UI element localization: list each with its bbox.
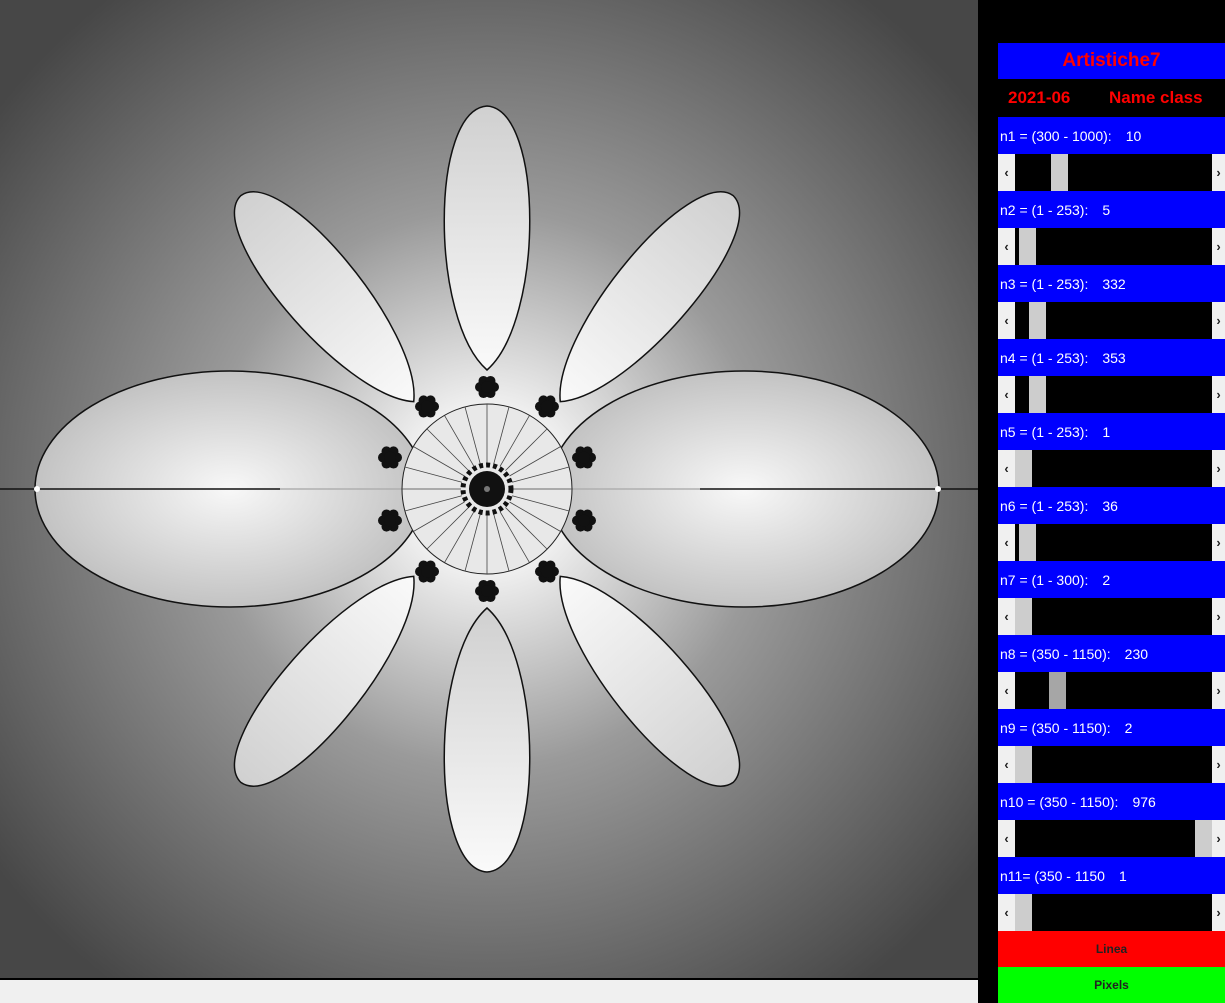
param-scrollbar-n3[interactable]: ‹ ›: [998, 302, 1225, 339]
chevron-right-icon[interactable]: ›: [1212, 598, 1225, 635]
param-scrollbar-n6[interactable]: ‹ ›: [998, 524, 1225, 561]
scrollbar-thumb[interactable]: [1029, 376, 1046, 413]
chevron-right-icon[interactable]: ›: [1212, 154, 1225, 191]
param-value: 10: [1125, 127, 1142, 144]
chevron-left-icon[interactable]: ‹: [998, 376, 1015, 413]
param-label-n6: n6 = (1 - 253): 36: [998, 487, 1225, 524]
chevron-right-icon[interactable]: ›: [1212, 820, 1225, 857]
param-value: 230: [1124, 645, 1149, 662]
param-label-n7: n7 = (1 - 300): 2: [998, 561, 1225, 598]
param-scrollbar-n7[interactable]: ‹ ›: [998, 598, 1225, 635]
param-range-label: n8 = (350 - 1150):: [1000, 645, 1111, 662]
meta-row: 2021-06 Name class: [998, 79, 1225, 117]
chevron-left-icon[interactable]: ‹: [998, 302, 1015, 339]
param-scrollbar-n9[interactable]: ‹ ›: [998, 746, 1225, 783]
scrollbar-thumb[interactable]: [1019, 228, 1036, 265]
chevron-left-icon[interactable]: ‹: [998, 894, 1015, 931]
control-panel: Artistiche7 2021-06 Name class n1 = (300…: [978, 0, 1225, 1003]
param-scrollbar-n8[interactable]: ‹ ›: [998, 672, 1225, 709]
param-value: 1: [1118, 867, 1127, 884]
chevron-left-icon[interactable]: ‹: [998, 450, 1015, 487]
linea-button[interactable]: Linea: [998, 931, 1225, 967]
param-scrollbar-n4[interactable]: ‹ ›: [998, 376, 1225, 413]
param-range-label: n3 = (1 - 253):: [1000, 275, 1089, 292]
param-range-label: n9 = (350 - 1150):: [1000, 719, 1111, 736]
param-range-label: n11= (350 - 1150: [1000, 867, 1105, 884]
date-label: 2021-06: [1008, 88, 1071, 107]
param-label-n4: n4 = (1 - 253): 353: [998, 339, 1225, 376]
status-strip: [0, 980, 998, 1003]
chevron-right-icon[interactable]: ›: [1212, 228, 1225, 265]
chevron-left-icon[interactable]: ‹: [998, 228, 1015, 265]
class-label: Name class: [1109, 88, 1203, 107]
chevron-right-icon[interactable]: ›: [1212, 302, 1225, 339]
param-value: 353: [1102, 349, 1126, 366]
scrollbar-thumb[interactable]: [1029, 302, 1046, 339]
param-range-label: n7 = (1 - 300):: [1000, 571, 1089, 588]
param-range-label: n5 = (1 - 253):: [1000, 423, 1089, 440]
chevron-right-icon[interactable]: ›: [1212, 672, 1225, 709]
param-range-label: n10 = (350 - 1150):: [1000, 793, 1119, 810]
param-value: 1: [1102, 423, 1111, 440]
param-scrollbar-n1[interactable]: ‹ ›: [998, 154, 1225, 191]
scrollbar-thumb[interactable]: [1195, 820, 1212, 857]
chevron-left-icon[interactable]: ‹: [998, 154, 1015, 191]
param-label-n9: n9 = (350 - 1150): 2: [998, 709, 1225, 746]
param-value: 332: [1102, 275, 1126, 292]
chevron-left-icon[interactable]: ‹: [998, 524, 1015, 561]
scrollbar-thumb[interactable]: [1015, 598, 1032, 635]
scrollbar-thumb[interactable]: [1051, 154, 1068, 191]
param-label-n1: n1 = (300 - 1000): 10: [998, 117, 1225, 154]
chevron-left-icon[interactable]: ‹: [998, 746, 1015, 783]
param-value: 5: [1102, 201, 1111, 218]
param-scrollbar-n2[interactable]: ‹ ›: [998, 228, 1225, 265]
chevron-right-icon[interactable]: ›: [1212, 376, 1225, 413]
param-range-label: n6 = (1 - 253):: [1000, 497, 1089, 514]
scrollbar-thumb[interactable]: [1015, 450, 1032, 487]
pixels-button[interactable]: Pixels: [998, 967, 1225, 1003]
scrollbar-thumb[interactable]: [1015, 746, 1032, 783]
param-label-n10: n10 = (350 - 1150): 976: [998, 783, 1225, 820]
chevron-right-icon[interactable]: ›: [1212, 894, 1225, 931]
scrollbar-thumb[interactable]: [1015, 894, 1032, 931]
param-range-label: n4 = (1 - 253):: [1000, 349, 1089, 366]
param-scrollbar-n10[interactable]: ‹ ›: [998, 820, 1225, 857]
param-value: 36: [1102, 497, 1118, 514]
param-range-label: n1 = (300 - 1000):: [1000, 127, 1112, 144]
param-scrollbar-n11[interactable]: ‹ ›: [998, 894, 1225, 931]
param-value: 2: [1102, 571, 1111, 588]
chevron-left-icon[interactable]: ‹: [998, 672, 1015, 709]
param-label-n8: n8 = (350 - 1150): 230: [998, 635, 1225, 672]
param-value: 2: [1124, 719, 1133, 736]
scrollbar-thumb[interactable]: [1019, 524, 1036, 561]
scrollbar-thumb[interactable]: [1049, 672, 1066, 709]
param-label-n5: n5 = (1 - 253): 1: [998, 413, 1225, 450]
param-scrollbar-n5[interactable]: ‹ ›: [998, 450, 1225, 487]
param-label-n11: n11= (350 - 1150 1: [998, 857, 1225, 894]
chevron-right-icon[interactable]: ›: [1212, 746, 1225, 783]
chevron-left-icon[interactable]: ‹: [998, 598, 1015, 635]
param-range-label: n2 = (1 - 253):: [1000, 201, 1089, 218]
param-label-n2: n2 = (1 - 253): 5: [998, 191, 1225, 228]
fractal-canvas[interactable]: [0, 0, 978, 979]
param-label-n3: n3 = (1 - 253): 332: [998, 265, 1225, 302]
app-title: Artistiche7: [998, 43, 1225, 79]
chevron-left-icon[interactable]: ‹: [998, 820, 1015, 857]
param-value: 976: [1132, 793, 1156, 810]
chevron-right-icon[interactable]: ›: [1212, 450, 1225, 487]
chevron-right-icon[interactable]: ›: [1212, 524, 1225, 561]
